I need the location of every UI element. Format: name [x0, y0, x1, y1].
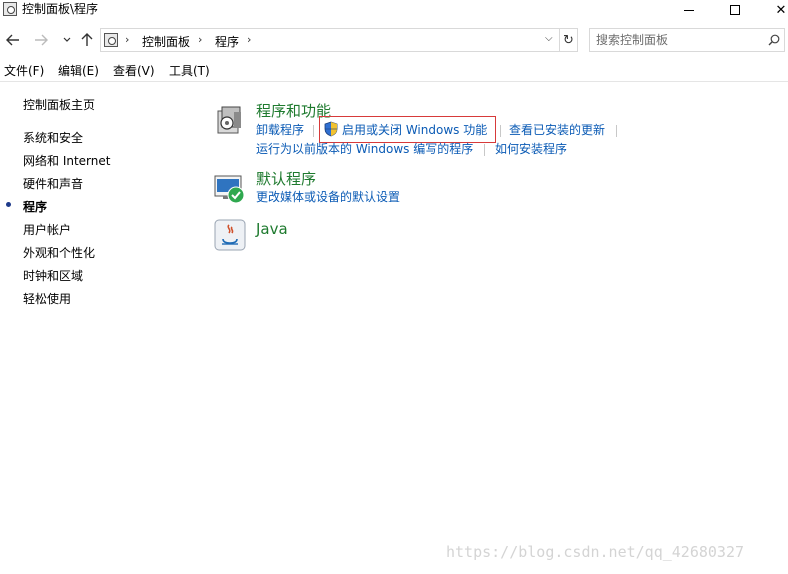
programs-features-icon[interactable] — [214, 104, 246, 136]
menu-tools[interactable]: 工具(T) — [169, 63, 210, 79]
close-button[interactable]: ✕ — [758, 0, 788, 20]
refresh-icon: ↻ — [563, 32, 574, 48]
link-divider — [484, 144, 485, 156]
maximize-button[interactable] — [712, 0, 758, 20]
menu-file[interactable]: 文件(F) — [4, 63, 44, 79]
current-page-indicator — [6, 202, 11, 207]
arrow-left-icon — [6, 34, 19, 46]
nav-item-clock-region[interactable]: 时钟和区域 — [23, 268, 83, 284]
breadcrumb-programs[interactable]: 程序 — [215, 33, 239, 50]
link-divider — [500, 125, 501, 137]
nav-item-user-accounts[interactable]: 用户帐户 — [23, 222, 71, 238]
menu-bar: 文件(F) 编辑(E) 查看(V) 工具(T) — [0, 60, 788, 82]
arrow-right-icon — [35, 34, 48, 46]
nav-item-programs[interactable]: 程序 — [23, 199, 47, 215]
refresh-button[interactable]: ↻ — [560, 28, 578, 52]
maximize-icon — [730, 5, 740, 15]
link-uninstall-program[interactable]: 卸载程序 — [256, 123, 304, 138]
nav-control-panel-home[interactable]: 控制面板主页 — [23, 97, 95, 113]
minimize-icon — [684, 9, 694, 11]
link-view-installed-updates[interactable]: 查看已安装的更新 — [509, 123, 605, 138]
close-icon: ✕ — [775, 2, 787, 18]
window-title: 控制面板\程序 — [22, 2, 99, 16]
link-change-media-defaults[interactable]: 更改媒体或设备的默认设置 — [256, 190, 400, 205]
title-bar: 控制面板\程序 ✕ — [0, 0, 788, 20]
control-panel-icon — [3, 2, 17, 16]
menu-edit[interactable]: 编辑(E) — [58, 63, 99, 79]
address-bar[interactable]: › 控制面板 › 程序 › ⌵ — [100, 28, 560, 52]
up-button[interactable] — [78, 30, 96, 50]
address-dropdown-icon[interactable]: ⌵ — [545, 33, 553, 44]
link-run-older-programs[interactable]: 运行为以前版本的 Windows 编写的程序 — [256, 142, 473, 157]
nav-item-system-security[interactable]: 系统和安全 — [23, 130, 83, 146]
link-divider — [616, 125, 617, 137]
link-turn-windows-features[interactable]: 启用或关闭 Windows 功能 — [342, 123, 487, 138]
address-row: › 控制面板 › 程序 › ⌵ ↻ — [0, 24, 788, 56]
recent-locations-button[interactable] — [58, 30, 76, 50]
arrow-up-icon — [81, 33, 93, 46]
back-button[interactable] — [4, 30, 22, 50]
link-divider — [313, 125, 314, 137]
menu-view[interactable]: 查看(V) — [113, 63, 155, 79]
search-input[interactable] — [596, 32, 756, 48]
watermark-text: https://blog.csdn.net/qq_42680327 — [446, 543, 745, 561]
forward-button[interactable] — [32, 30, 50, 50]
control-panel-icon — [104, 33, 118, 47]
default-programs-icon[interactable] — [214, 173, 246, 205]
link-how-to-install[interactable]: 如何安装程序 — [495, 142, 567, 157]
search-icon[interactable] — [768, 34, 780, 46]
nav-item-network-internet[interactable]: 网络和 Internet — [23, 153, 110, 169]
category-title-java[interactable]: Java — [256, 220, 288, 238]
uac-shield-icon — [324, 121, 338, 137]
chevron-down-icon — [63, 37, 71, 42]
breadcrumb-separator: › — [125, 33, 130, 46]
breadcrumb-separator[interactable]: › — [198, 33, 202, 46]
breadcrumb-control-panel[interactable]: 控制面板 — [142, 33, 190, 50]
nav-item-ease-of-access[interactable]: 轻松使用 — [23, 291, 71, 307]
minimize-button[interactable] — [666, 0, 712, 20]
category-title-default-programs[interactable]: 默认程序 — [256, 170, 316, 188]
breadcrumb-separator[interactable]: › — [247, 33, 251, 46]
nav-item-hardware-sound[interactable]: 硬件和声音 — [23, 176, 83, 192]
search-box[interactable] — [589, 28, 785, 52]
nav-item-appearance[interactable]: 外观和个性化 — [23, 245, 95, 261]
java-icon[interactable] — [214, 219, 246, 251]
